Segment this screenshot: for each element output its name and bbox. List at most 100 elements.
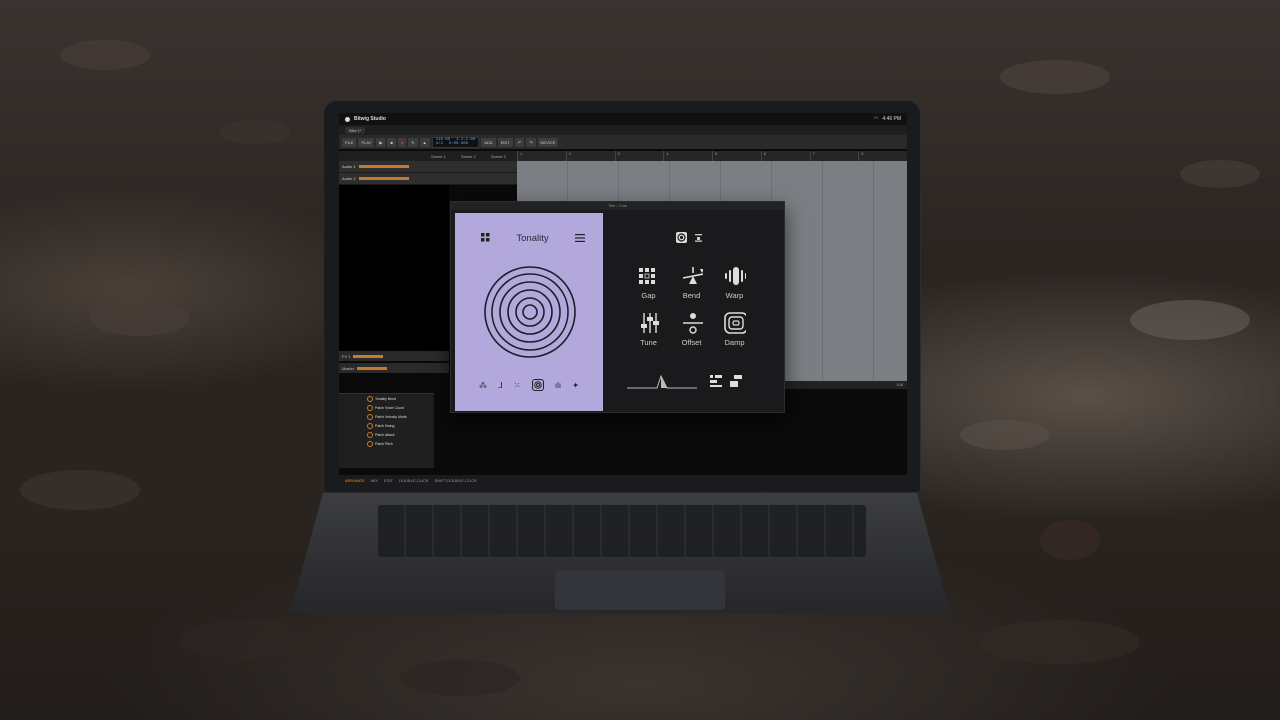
- ruler-mark: 1: [517, 151, 566, 161]
- envelope-curve-icon[interactable]: [627, 373, 699, 394]
- record-icon[interactable]: ●: [397, 137, 407, 147]
- track-header[interactable]: Audio 1: [339, 161, 517, 173]
- laptop-touchpad: [555, 570, 725, 610]
- rings-view-icon[interactable]: [676, 232, 687, 243]
- scene-3[interactable]: Scene 3: [487, 154, 517, 159]
- gap-icon[interactable]: [638, 265, 660, 287]
- device-button[interactable]: DEVICE: [537, 137, 559, 147]
- transport-display[interactable]: 110.00 1.1.1.00 4/4 0:00.000: [431, 136, 480, 148]
- tonality-rings-visual[interactable]: [483, 265, 577, 364]
- device-panel: Tonality Bend Patch Voice Count Patch Ve…: [339, 393, 434, 468]
- hamburger-menu-icon[interactable]: [575, 233, 585, 244]
- fx-track[interactable]: FX 1: [339, 351, 449, 361]
- bend-effect[interactable]: Bend: [670, 265, 713, 300]
- arrange-tab[interactable]: ARRANGE: [345, 478, 365, 483]
- ramp-mode-icon[interactable]: ⅃: [498, 381, 502, 390]
- scene-2[interactable]: Scene 2: [457, 154, 487, 159]
- mode-selector: ⁂ ⅃ ⁙ ılı ✦: [479, 379, 579, 391]
- lines-view-icon[interactable]: [693, 232, 704, 243]
- bend-label: Bend: [682, 291, 701, 300]
- redo-icon[interactable]: ↷: [526, 137, 536, 147]
- timeline-ruler[interactable]: 1 2 3 4 5 6 7 8: [517, 151, 907, 161]
- param-label: Tonality Bend: [375, 396, 397, 401]
- stop-icon[interactable]: ■: [387, 137, 396, 147]
- app-name[interactable]: Bitwig Studio: [354, 116, 386, 122]
- mix-tab[interactable]: MIX: [371, 478, 378, 483]
- knob[interactable]: [367, 422, 373, 429]
- routing-icon[interactable]: [709, 374, 723, 393]
- bend-icon[interactable]: [681, 265, 703, 287]
- gap-effect[interactable]: Gap: [627, 265, 670, 300]
- device-param[interactable]: Patch Pitch: [339, 439, 434, 448]
- warp-label: Warp: [725, 291, 744, 300]
- clip-launcher-area[interactable]: [339, 185, 449, 351]
- grid-menu-icon[interactable]: [481, 233, 490, 244]
- cluster-mode-icon[interactable]: ⁂: [479, 381, 487, 390]
- loop-icon[interactable]: ↻: [408, 137, 418, 147]
- wifi-icon[interactable]: ◠: [874, 116, 878, 122]
- clock[interactable]: 4:46 PM: [882, 116, 901, 122]
- scatter-mode-icon[interactable]: ⁙: [514, 381, 521, 390]
- scene-1[interactable]: Scene 1: [427, 154, 457, 159]
- knob[interactable]: [367, 395, 373, 402]
- ruler-mark: 3: [614, 151, 664, 161]
- play-icon[interactable]: ▶: [376, 137, 386, 147]
- device-param[interactable]: Patch Voice Count: [339, 403, 434, 412]
- tonality-plugin-window: Title / Tone Tonality ⁂ ⅃ ⁙ ılı ✦ Gap Be…: [450, 201, 785, 413]
- damp-effect[interactable]: Damp: [713, 312, 756, 347]
- undo-icon[interactable]: ↶: [514, 137, 525, 147]
- track-name[interactable]: Audio 2: [342, 176, 356, 181]
- ruler-mark: 4: [663, 151, 712, 161]
- track-name[interactable]: Master: [342, 366, 354, 371]
- knob[interactable]: [367, 413, 373, 420]
- device-param[interactable]: Patch Velocity Mode: [339, 412, 434, 421]
- tune-effect[interactable]: Tune: [627, 312, 670, 347]
- metronome-icon[interactable]: ▲: [419, 137, 430, 147]
- tune-icon[interactable]: [638, 312, 660, 334]
- ruler-mark: 2: [565, 151, 615, 161]
- track-header[interactable]: Audio 2: [339, 173, 517, 185]
- device-param[interactable]: Patch Swing: [339, 421, 434, 430]
- knob[interactable]: [367, 440, 373, 447]
- hint-shift-double-click: SHIFT-DOUBLE-CLICK: [434, 477, 477, 483]
- param-label: Patch Attack: [375, 432, 395, 437]
- sparkle-mode-icon[interactable]: ✦: [572, 381, 579, 390]
- plugin-window-title[interactable]: Title / Tone: [451, 202, 784, 210]
- knob[interactable]: [367, 431, 373, 438]
- track-meter: [358, 165, 409, 168]
- edit-tab[interactable]: EDIT: [384, 478, 393, 483]
- damp-icon[interactable]: [723, 312, 746, 334]
- bars-mode-icon[interactable]: ılı: [555, 381, 561, 390]
- ruler-mark: 7: [809, 151, 859, 161]
- hint-double-click: DOUBLE-CLICK: [399, 477, 429, 483]
- rings-mode-icon[interactable]: [531, 379, 544, 391]
- track-list: Audio 1 Audio 2: [339, 161, 517, 185]
- warp-effect[interactable]: Warp: [713, 265, 756, 300]
- effects-footer: [627, 373, 764, 394]
- offset-icon[interactable]: [681, 312, 703, 334]
- warp-icon[interactable]: [724, 265, 746, 287]
- ruler-mark: 6: [760, 151, 810, 161]
- device-param[interactable]: Patch Attack: [339, 430, 434, 439]
- output-icon[interactable]: [729, 374, 743, 393]
- project-tab[interactable]: Bitw 1*: [345, 126, 366, 134]
- offset-effect[interactable]: Offset: [670, 312, 713, 347]
- track-meter: [353, 354, 384, 358]
- ruler-mark: 5: [712, 151, 761, 161]
- param-label: Patch Swing: [375, 423, 395, 428]
- daw-tabbar: Bitw 1*: [339, 125, 907, 135]
- apple-icon[interactable]: [345, 116, 350, 122]
- play-menu-button[interactable]: PLAY: [358, 137, 375, 147]
- file-button[interactable]: FILE: [342, 137, 357, 147]
- add-button[interactable]: ADD: [481, 137, 496, 147]
- time-value: 0:00.000: [448, 142, 469, 146]
- effects-panel: Gap Bend Warp Tune Offset Damp: [603, 213, 784, 411]
- signature-value[interactable]: 4/4: [436, 142, 443, 146]
- master-track[interactable]: Master: [339, 363, 449, 373]
- device-param[interactable]: Tonality Bend: [339, 394, 434, 403]
- track-name[interactable]: FX 1: [342, 354, 350, 359]
- knob[interactable]: [367, 404, 373, 411]
- edit-button[interactable]: EDIT: [497, 137, 513, 147]
- zoom-value[interactable]: 1/16: [896, 383, 903, 387]
- track-name[interactable]: Audio 1: [342, 164, 356, 169]
